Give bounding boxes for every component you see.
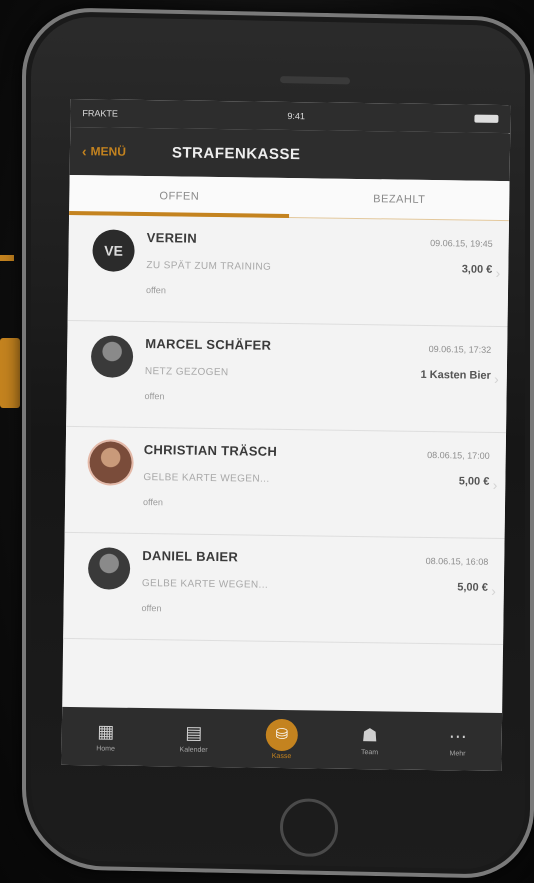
back-button-label: MENÜ bbox=[90, 144, 127, 159]
phone-home-button[interactable] bbox=[280, 798, 338, 858]
list-item[interactable]: VE VEREIN 09.06.15, 19:45 ZU SPÄT ZUM TR… bbox=[67, 214, 510, 328]
item-description: ZU SPÄT ZUM TRAINING bbox=[146, 260, 272, 273]
tabbar-label: Home bbox=[96, 744, 115, 753]
background-accent-strip bbox=[0, 255, 14, 261]
piggybank-icon: ⛁ bbox=[265, 718, 299, 751]
status-time: 9:41 bbox=[287, 110, 306, 122]
list-item[interactable]: MARCEL SCHÄFER 09.06.15, 17:32 NETZ GEZO… bbox=[66, 320, 508, 434]
chevron-right-icon: › bbox=[494, 370, 499, 387]
team-icon: ☗ bbox=[361, 724, 379, 745]
tabbar-item-calendar[interactable]: ▤ Kalender bbox=[149, 708, 238, 767]
avatar bbox=[87, 547, 131, 590]
item-description: GELBE KARTE WEGEN... bbox=[143, 472, 270, 485]
grid-icon: ▦ bbox=[97, 720, 115, 742]
item-status: offen bbox=[141, 603, 162, 614]
list-item[interactable]: DANIEL BAIER 08.06.15, 16:08 GELBE KARTE… bbox=[63, 532, 505, 646]
chevron-right-icon: › bbox=[495, 264, 501, 281]
nav-bar: ‹ MENÜ STRAFENKASSE bbox=[69, 126, 511, 182]
phone-speaker bbox=[280, 76, 350, 85]
item-description: NETZ GEZOGEN bbox=[144, 366, 229, 379]
item-name: DANIEL BAIER bbox=[142, 548, 239, 565]
item-description: GELBE KARTE WEGEN... bbox=[141, 578, 269, 591]
app-screen: FRAKTE 9:41 ‹ MENÜ STRAFENKASSE OFFEN BE… bbox=[61, 98, 511, 772]
item-date: 08.06.15, 16:08 bbox=[425, 555, 489, 567]
item-status: offen bbox=[142, 497, 163, 508]
item-name: CHRISTIAN TRÄSCH bbox=[143, 442, 278, 459]
item-date: 09.06.15, 17:32 bbox=[428, 343, 492, 355]
item-amount: 3,00 € bbox=[461, 263, 493, 276]
chevron-right-icon: › bbox=[491, 582, 496, 599]
bottom-tab-bar: ▦ Home ▤ Kalender ⛁ Kasse ☗ Team ⋯ Mehr bbox=[61, 706, 503, 772]
more-icon: ⋯ bbox=[448, 725, 467, 747]
menu-back-button[interactable]: ‹ MENÜ bbox=[82, 143, 126, 160]
item-amount: 5,00 € bbox=[457, 581, 488, 594]
list-item[interactable]: CHRISTIAN TRÄSCH 08.06.15, 17:00 GELBE K… bbox=[64, 426, 507, 540]
avatar bbox=[90, 335, 134, 378]
item-name: VEREIN bbox=[146, 230, 198, 246]
item-date: 08.06.15, 17:00 bbox=[427, 449, 490, 461]
carrier-label: FRAKTE bbox=[82, 108, 119, 119]
tabbar-label: Kalender bbox=[179, 746, 208, 754]
chevron-left-icon: ‹ bbox=[81, 143, 87, 160]
item-amount: 5,00 € bbox=[458, 475, 490, 488]
tabbar-item-team[interactable]: ☗ Team bbox=[325, 711, 414, 770]
avatar bbox=[89, 441, 132, 484]
background-accent-left bbox=[0, 338, 20, 408]
fine-list: VE VEREIN 09.06.15, 19:45 ZU SPÄT ZUM TR… bbox=[63, 214, 510, 646]
item-amount: 1 Kasten Bier bbox=[420, 368, 491, 382]
chevron-right-icon: › bbox=[492, 476, 498, 493]
item-date: 09.06.15, 19:45 bbox=[430, 237, 493, 249]
tabbar-label: Mehr bbox=[449, 749, 466, 758]
tabbar-label: Team bbox=[360, 748, 379, 756]
tabbar-item-home[interactable]: ▦ Home bbox=[61, 707, 150, 766]
page-title: STRAFENKASSE bbox=[171, 143, 301, 163]
news-icon: ▤ bbox=[185, 722, 203, 743]
segment-tabs: OFFEN BEZAHLT bbox=[69, 174, 510, 222]
team-logo-avatar: VE bbox=[92, 229, 135, 272]
item-status: offen bbox=[145, 285, 166, 296]
tabbar-item-more[interactable]: ⋯ Mehr bbox=[413, 712, 502, 771]
battery-icon bbox=[474, 114, 499, 123]
tabbar-label: Kasse bbox=[271, 752, 292, 760]
item-name: MARCEL SCHÄFER bbox=[145, 336, 272, 353]
tab-paid[interactable]: BEZAHLT bbox=[289, 178, 510, 221]
item-status: offen bbox=[144, 391, 165, 402]
tabbar-item-cash[interactable]: ⛁ Kasse bbox=[237, 709, 326, 768]
